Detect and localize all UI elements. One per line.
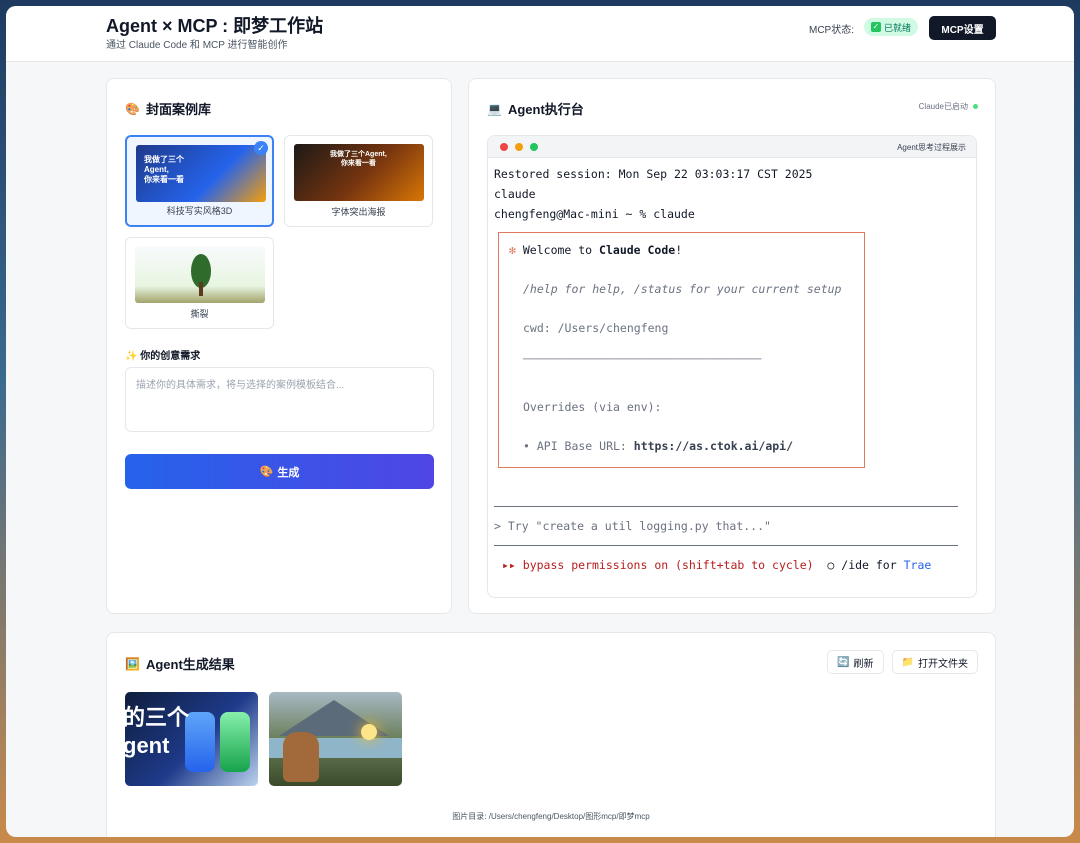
case-library-panel: 🎨 封面案例库 我做了三个 Agent, 你来看一看 ✓ 科技写实风格3D 我做… bbox=[106, 78, 452, 614]
api-url: https://as.ctok.ai/api/ bbox=[633, 439, 794, 453]
page-subtitle: 通过 Claude Code 和 MCP 进行智能创作 bbox=[106, 40, 288, 51]
refresh-button[interactable]: 🔄 刷新 bbox=[827, 650, 884, 674]
status-dot-icon bbox=[973, 104, 978, 109]
idea-label-text: 你的创意需求 bbox=[140, 351, 201, 362]
help-line: /help for help, /status for your current… bbox=[523, 282, 842, 296]
open-folder-button-label: 打开文件夹 bbox=[918, 658, 968, 670]
close-dot-icon[interactable] bbox=[500, 143, 508, 151]
mcp-settings-button[interactable]: MCP设置 bbox=[929, 16, 996, 40]
tree-trunk bbox=[199, 282, 203, 296]
palette-icon: 🎨 bbox=[259, 466, 274, 478]
result-image-robots[interactable]: 的三个 gent bbox=[125, 692, 258, 786]
terminal[interactable]: Agent思考过程展示 Restored session: Mon Sep 22… bbox=[487, 135, 977, 598]
case-label: 科技写实风格3D bbox=[166, 206, 233, 216]
cwd-line: cwd: /Users/chengfeng bbox=[523, 321, 669, 335]
case-thumb-text: 我做了三个 Agent, 你来看一看 bbox=[144, 155, 184, 184]
idea-label: ✨ 你的创意需求 bbox=[125, 347, 200, 362]
selected-check-icon: ✓ bbox=[254, 141, 268, 155]
maximize-dot-icon[interactable] bbox=[530, 143, 538, 151]
api-prefix: • API Base URL: bbox=[523, 439, 634, 453]
sparkle-icon: ✨ bbox=[125, 351, 138, 362]
case-library-title-text: 封面案例库 bbox=[145, 102, 211, 117]
laptop-icon: 💻 bbox=[487, 101, 502, 116]
mcp-status-badge: ✓ 已就绪 bbox=[864, 18, 919, 36]
status-line: ▸▸ bypass permissions on (shift+tab to c… bbox=[502, 558, 931, 572]
terminal-header: Agent思考过程展示 bbox=[488, 136, 976, 158]
separator-line: ────────────────────────────────────────… bbox=[523, 355, 762, 365]
mcp-status-text: 已就绪 bbox=[884, 22, 912, 33]
welcome-prefix: Welcome to bbox=[522, 243, 600, 257]
bypass-text: ▸▸ bypass permissions on (shift+tab to c… bbox=[502, 558, 814, 572]
asterisk-icon: ✻ bbox=[509, 243, 516, 257]
generate-button-label: 生成 bbox=[277, 466, 300, 479]
cat-shape bbox=[283, 732, 319, 782]
check-icon: ✓ bbox=[871, 22, 881, 32]
refresh-icon: 🔄 bbox=[837, 656, 850, 668]
case-thumbnail: 我做了三个Agent, 你来看一看 bbox=[294, 144, 424, 201]
image-icon: 🖼️ bbox=[125, 656, 140, 671]
terminal-line-prompt: chengfeng@Mac-mini ~ % claude bbox=[494, 207, 695, 221]
results-title-text: Agent生成结果 bbox=[145, 657, 235, 672]
sun-shape bbox=[361, 724, 377, 740]
app-window: Agent × MCP : 即梦工作站 通过 Claude Code 和 MCP… bbox=[6, 6, 1074, 837]
folder-icon: 📁 bbox=[901, 656, 914, 668]
results-title: 🖼️ Agent生成结果 bbox=[125, 654, 235, 673]
image-directory: 图片目录: /Users/chengfeng/Desktop/图形mcp/即梦m… bbox=[452, 812, 650, 821]
terminal-line-restored: Restored session: Mon Sep 22 03:03:17 CS… bbox=[494, 167, 813, 181]
case-thumbnail bbox=[135, 246, 265, 303]
try-hint: > Try "create a util logging.py that..." bbox=[494, 519, 771, 533]
open-folder-button[interactable]: 📁 打开文件夹 bbox=[891, 650, 978, 674]
refresh-button-label: 刷新 bbox=[853, 658, 874, 670]
top-bar: Agent × MCP : 即梦工作站 通过 Claude Code 和 MCP… bbox=[6, 6, 1074, 62]
case-card-font-poster[interactable]: 我做了三个Agent, 你来看一看 字体突出海报 bbox=[284, 135, 433, 227]
result-image-text: 的三个 gent bbox=[125, 705, 190, 758]
case-label: 撕裂 bbox=[190, 309, 209, 319]
result-actions: 🔄 刷新 📁 打开文件夹 bbox=[827, 650, 978, 674]
overrides-line: Overrides (via env): bbox=[523, 400, 662, 414]
welcome-bold: Claude Code bbox=[599, 243, 676, 257]
generate-button[interactable]: 🎨 生成 bbox=[125, 454, 434, 489]
case-label: 字体突出海报 bbox=[331, 207, 386, 217]
welcome-suffix: ! bbox=[675, 243, 683, 257]
robot-blue bbox=[185, 712, 215, 772]
divider bbox=[494, 545, 958, 546]
case-library-title: 🎨 封面案例库 bbox=[125, 99, 211, 118]
page-title: Agent × MCP : 即梦工作站 bbox=[106, 16, 324, 36]
claude-status-text: Claude已启动 bbox=[918, 102, 968, 111]
terminal-title: Agent思考过程展示 bbox=[897, 143, 966, 152]
robot-green bbox=[220, 712, 250, 772]
welcome-line: ✻ Welcome to Claude Code! bbox=[509, 243, 682, 257]
case-card-tech-3d[interactable]: 我做了三个 Agent, 你来看一看 ✓ 科技写实风格3D bbox=[125, 135, 274, 227]
results-panel: 🖼️ Agent生成结果 🔄 刷新 📁 打开文件夹 的三个 gent 图片目录:… bbox=[106, 632, 996, 837]
ide-target: Trae bbox=[903, 558, 932, 572]
divider bbox=[494, 506, 958, 507]
minimize-dot-icon[interactable] bbox=[515, 143, 523, 151]
terminal-line-claude: claude bbox=[494, 187, 536, 201]
case-card-tear[interactable]: 撕裂 bbox=[125, 237, 274, 329]
idea-input[interactable] bbox=[125, 367, 434, 432]
ide-prefix: ○ /ide for bbox=[827, 558, 904, 572]
result-image-cat-lake[interactable] bbox=[269, 692, 402, 786]
agent-console-title: 💻 Agent执行台 bbox=[487, 99, 584, 118]
palette-icon: 🎨 bbox=[125, 101, 140, 116]
case-thumbnail: 我做了三个 Agent, 你来看一看 bbox=[136, 145, 266, 202]
welcome-box: ✻ Welcome to Claude Code! /help for help… bbox=[498, 232, 865, 468]
mcp-status-label: MCP状态: bbox=[809, 25, 854, 36]
api-line: • API Base URL: https://as.ctok.ai/api/ bbox=[523, 439, 793, 453]
agent-console-title-text: Agent执行台 bbox=[507, 102, 584, 117]
claude-status: Claude已启动 bbox=[919, 101, 978, 112]
agent-console-panel: 💻 Agent执行台 Claude已启动 Agent思考过程展示 Restore… bbox=[468, 78, 996, 614]
case-thumb-text: 我做了三个Agent, 你来看一看 bbox=[330, 151, 387, 167]
